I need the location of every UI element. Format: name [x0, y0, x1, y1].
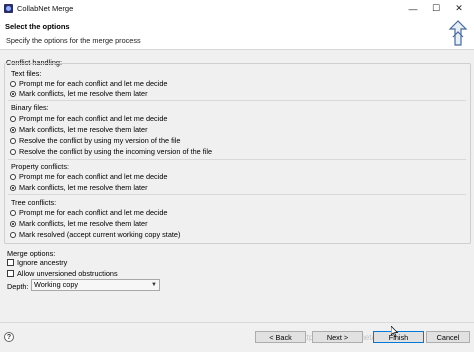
divider	[8, 159, 466, 160]
radio-button[interactable]	[10, 209, 16, 216]
divider	[8, 100, 466, 101]
option-label: Resolve the conflict by using my version…	[19, 136, 181, 145]
ignore-ancestry-checkbox[interactable]: Ignore ancestry	[7, 258, 67, 267]
radio-button[interactable]	[10, 126, 16, 133]
minimize-button[interactable]: —	[406, 2, 420, 15]
property-prompt-option[interactable]: Prompt me for each conflict and let me d…	[10, 172, 167, 181]
window-title: CollabNet Merge	[17, 4, 74, 13]
depth-label: Depth:	[7, 282, 29, 291]
merge-options-label: Merge options:	[7, 249, 56, 258]
binary-files-mark-option[interactable]: Mark conflicts, let me resolve them late…	[10, 125, 148, 134]
cancel-button[interactable]: Cancel	[426, 331, 470, 343]
option-label: Mark conflicts, let me resolve them late…	[19, 89, 148, 98]
option-label: Mark conflicts, let me resolve them late…	[19, 183, 148, 192]
radio-button[interactable]	[10, 220, 16, 227]
property-conflicts-label: Property conflicts:	[11, 162, 69, 171]
help-icon[interactable]: ?	[4, 332, 14, 342]
radio-button[interactable]	[10, 231, 16, 238]
tree-conflicts-label: Tree conflicts:	[11, 198, 57, 207]
allow-unversioned-checkbox[interactable]: Allow unversioned obstructions	[7, 269, 118, 278]
checkbox[interactable]	[7, 270, 14, 277]
footer-divider	[0, 322, 474, 323]
radio-button[interactable]	[10, 173, 16, 180]
page-title: Select the options	[5, 22, 70, 31]
radio-button[interactable]	[10, 90, 16, 97]
binary-files-label: Binary files:	[11, 103, 49, 112]
app-icon	[4, 4, 13, 13]
radio-button[interactable]	[10, 148, 16, 155]
text-files-mark-option[interactable]: Mark conflicts, let me resolve them late…	[10, 89, 148, 98]
depth-value: Working copy	[34, 280, 79, 289]
checkbox-label: Ignore ancestry	[17, 258, 68, 267]
merge-arrow-icon	[448, 20, 468, 46]
mouse-cursor-icon	[391, 326, 399, 337]
option-label: Prompt me for each conflict and let me d…	[19, 114, 168, 123]
close-button[interactable]: ✕	[452, 2, 466, 15]
option-label: Prompt me for each conflict and let me d…	[19, 79, 168, 88]
chevron-down-icon: ▼	[151, 282, 157, 288]
text-files-label: Text files:	[11, 69, 42, 78]
property-mark-option[interactable]: Mark conflicts, let me resolve them late…	[10, 183, 148, 192]
option-label: Mark conflicts, let me resolve them late…	[19, 125, 148, 134]
next-button[interactable]: Next >	[312, 331, 363, 343]
option-label: Resolve the conflict by using the incomi…	[19, 147, 213, 156]
option-label: Mark conflicts, let me resolve them late…	[19, 219, 148, 228]
binary-files-incoming-option[interactable]: Resolve the conflict by using the incomi…	[10, 147, 212, 156]
divider	[8, 194, 466, 195]
binary-files-prompt-option[interactable]: Prompt me for each conflict and let me d…	[10, 114, 167, 123]
title-bar: CollabNet Merge — ☐ ✕	[0, 0, 474, 18]
radio-button[interactable]	[10, 137, 16, 144]
tree-prompt-option[interactable]: Prompt me for each conflict and let me d…	[10, 208, 167, 217]
text-files-prompt-option[interactable]: Prompt me for each conflict and let me d…	[10, 79, 167, 88]
option-label: Mark resolved (accept current working co…	[19, 230, 181, 239]
option-label: Prompt me for each conflict and let me d…	[19, 172, 168, 181]
option-label: Prompt me for each conflict and let me d…	[19, 208, 168, 217]
tree-mark-option[interactable]: Mark conflicts, let me resolve them late…	[10, 219, 148, 228]
depth-select[interactable]: Working copy ▼	[31, 279, 160, 291]
checkbox[interactable]	[7, 259, 14, 266]
binary-files-mine-option[interactable]: Resolve the conflict by using my version…	[10, 136, 180, 145]
maximize-button[interactable]: ☐	[429, 2, 443, 15]
wizard-header: Select the options Specify the options f…	[0, 17, 474, 50]
back-button[interactable]: < Back	[255, 331, 306, 343]
radio-button[interactable]	[10, 115, 16, 122]
radio-button[interactable]	[10, 80, 16, 87]
page-description: Specify the options for the merge proces…	[6, 36, 141, 45]
checkbox-label: Allow unversioned obstructions	[17, 269, 118, 278]
radio-button[interactable]	[10, 184, 16, 191]
tree-resolved-option[interactable]: Mark resolved (accept current working co…	[10, 230, 180, 239]
